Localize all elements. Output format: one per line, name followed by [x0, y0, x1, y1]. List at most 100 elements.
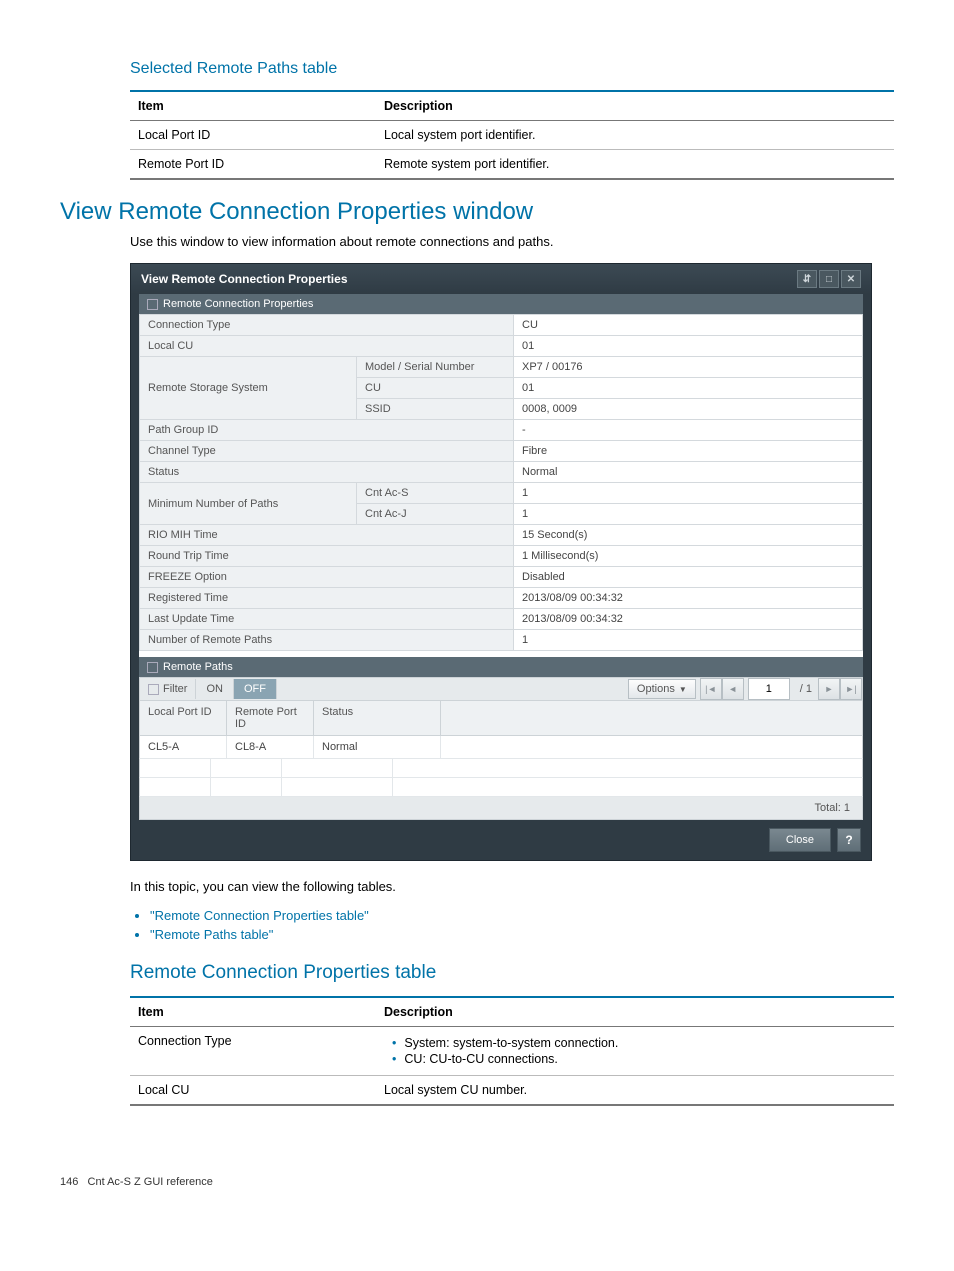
dialog-screenshot: View Remote Connection Properties ⇵ □ ✕ …	[130, 263, 872, 861]
page-number: 146	[60, 1176, 78, 1188]
prop-label: Remote Storage System	[140, 357, 357, 420]
col-item: Item	[130, 997, 376, 1027]
cell: Normal	[314, 736, 441, 758]
prop-value: 1	[514, 483, 863, 504]
prop-value: 1 Millisecond(s)	[514, 546, 863, 567]
window-close-icon[interactable]: ✕	[841, 270, 861, 288]
prop-label: Last Update Time	[140, 609, 514, 630]
page-prev-button[interactable]: ◄	[722, 678, 744, 700]
cell: CL8-A	[227, 736, 314, 758]
page-input[interactable]	[748, 678, 790, 700]
list-item: CU: CU-to-CU connections.	[392, 1052, 886, 1066]
cell: Connection Type	[130, 1027, 376, 1076]
prop-value: Disabled	[514, 567, 863, 588]
intro-text: Use this window to view information abou…	[130, 234, 894, 249]
prop-label: Local CU	[140, 336, 514, 357]
list-item: "Remote Connection Properties table"	[150, 908, 894, 923]
window-filter-icon[interactable]: ⇵	[797, 270, 817, 288]
cell: Local system port identifier.	[376, 121, 894, 150]
col-description: Description	[376, 91, 894, 121]
link-rp-table[interactable]: "Remote Paths table"	[150, 927, 273, 942]
prop-label: Minimum Number of Paths	[140, 483, 357, 525]
filter-on-button[interactable]: ON	[196, 679, 234, 699]
table-row: Connection Type System: system-to-system…	[130, 1027, 894, 1076]
col-local-port: Local Port ID	[140, 701, 227, 735]
list-item: System: system-to-system connection.	[392, 1036, 886, 1050]
page-next-button[interactable]: ►	[818, 678, 840, 700]
dialog-title: View Remote Connection Properties	[141, 272, 348, 286]
options-button[interactable]: Options▼	[628, 679, 696, 699]
selected-remote-paths-table: Item Description Local Port ID Local sys…	[130, 90, 894, 180]
prop-value: XP7 / 00176	[514, 357, 863, 378]
grid-empty-row	[139, 778, 863, 797]
grid-row[interactable]: CL5-A CL8-A Normal	[139, 736, 863, 759]
filter-label: Filter	[140, 679, 196, 699]
prop-value: CU	[514, 315, 863, 336]
close-button[interactable]: Close	[769, 828, 831, 852]
table-row: Local CU Local system CU number.	[130, 1076, 894, 1106]
prop-value: -	[514, 420, 863, 441]
prop-label: Channel Type	[140, 441, 514, 462]
prop-sublabel: Cnt Ac-J	[357, 504, 514, 525]
prop-value: 01	[514, 336, 863, 357]
prop-label: Status	[140, 462, 514, 483]
prop-value: 1	[514, 504, 863, 525]
list-item: "Remote Paths table"	[150, 927, 894, 942]
prop-value: 1	[514, 630, 863, 651]
col-description: Description	[376, 997, 894, 1027]
filter-off-button[interactable]: OFF	[234, 679, 277, 699]
prop-label: Path Group ID	[140, 420, 514, 441]
grid-empty-row	[139, 759, 863, 778]
page-footer: 146 Cnt Ac-S Z GUI reference	[60, 1176, 894, 1188]
cell: System: system-to-system connection. CU:…	[376, 1027, 894, 1076]
cell: Remote system port identifier.	[376, 150, 894, 180]
cell: Local Port ID	[130, 121, 376, 150]
pin-icon	[147, 662, 158, 673]
grid-total: Total: 1	[139, 797, 863, 820]
chevron-down-icon: ▼	[679, 685, 687, 694]
properties-table: Connection TypeCU Local CU01 Remote Stor…	[139, 314, 863, 651]
cell: Local CU	[130, 1076, 376, 1106]
prop-label: Registered Time	[140, 588, 514, 609]
page-last-button[interactable]: ►|	[840, 678, 862, 700]
col-remote-port: Remote Port ID	[227, 701, 314, 735]
heading-view-remote-connection: View Remote Connection Properties window	[60, 198, 894, 226]
prop-value: Fibre	[514, 441, 863, 462]
section-header-paths: Remote Paths	[139, 657, 863, 677]
cell: Local system CU number.	[376, 1076, 894, 1106]
prop-value: 01	[514, 378, 863, 399]
grid-header: Local Port ID Remote Port ID Status	[139, 701, 863, 736]
link-rcp-table[interactable]: "Remote Connection Properties table"	[150, 908, 369, 923]
table-row: Local Port ID Local system port identifi…	[130, 121, 894, 150]
prop-sublabel: SSID	[357, 399, 514, 420]
help-button[interactable]: ?	[837, 828, 861, 852]
page-total: / 1	[800, 683, 812, 695]
prop-value: 2013/08/09 00:34:32	[514, 588, 863, 609]
prop-value: 0008, 0009	[514, 399, 863, 420]
tables-intro: In this topic, you can view the followin…	[130, 879, 894, 894]
prop-label: Connection Type	[140, 315, 514, 336]
prop-label: Number of Remote Paths	[140, 630, 514, 651]
section-header-props: Remote Connection Properties	[139, 294, 863, 314]
prop-value: 15 Second(s)	[514, 525, 863, 546]
prop-value: Normal	[514, 462, 863, 483]
prop-sublabel: CU	[357, 378, 514, 399]
table-row: Remote Port ID Remote system port identi…	[130, 150, 894, 180]
chapter-name: Cnt Ac-S Z GUI reference	[88, 1176, 213, 1188]
window-maximize-icon[interactable]: □	[819, 270, 839, 288]
cell: CL5-A	[140, 736, 227, 758]
cell: Remote Port ID	[130, 150, 376, 180]
filter-bar: Filter ON OFF Options▼ |◄ ◄ / 1 ► ►|	[139, 677, 863, 701]
heading-rcp-table: Remote Connection Properties table	[130, 962, 894, 984]
rcp-table: Item Description Connection Type System:…	[130, 996, 894, 1106]
prop-sublabel: Cnt Ac-S	[357, 483, 514, 504]
pin-icon	[147, 299, 158, 310]
pin-icon	[148, 684, 159, 695]
prop-value: 2013/08/09 00:34:32	[514, 609, 863, 630]
col-status: Status	[314, 701, 441, 735]
prop-sublabel: Model / Serial Number	[357, 357, 514, 378]
col-item: Item	[130, 91, 376, 121]
prop-label: Round Trip Time	[140, 546, 514, 567]
prop-label: RIO MIH Time	[140, 525, 514, 546]
page-first-button[interactable]: |◄	[700, 678, 722, 700]
